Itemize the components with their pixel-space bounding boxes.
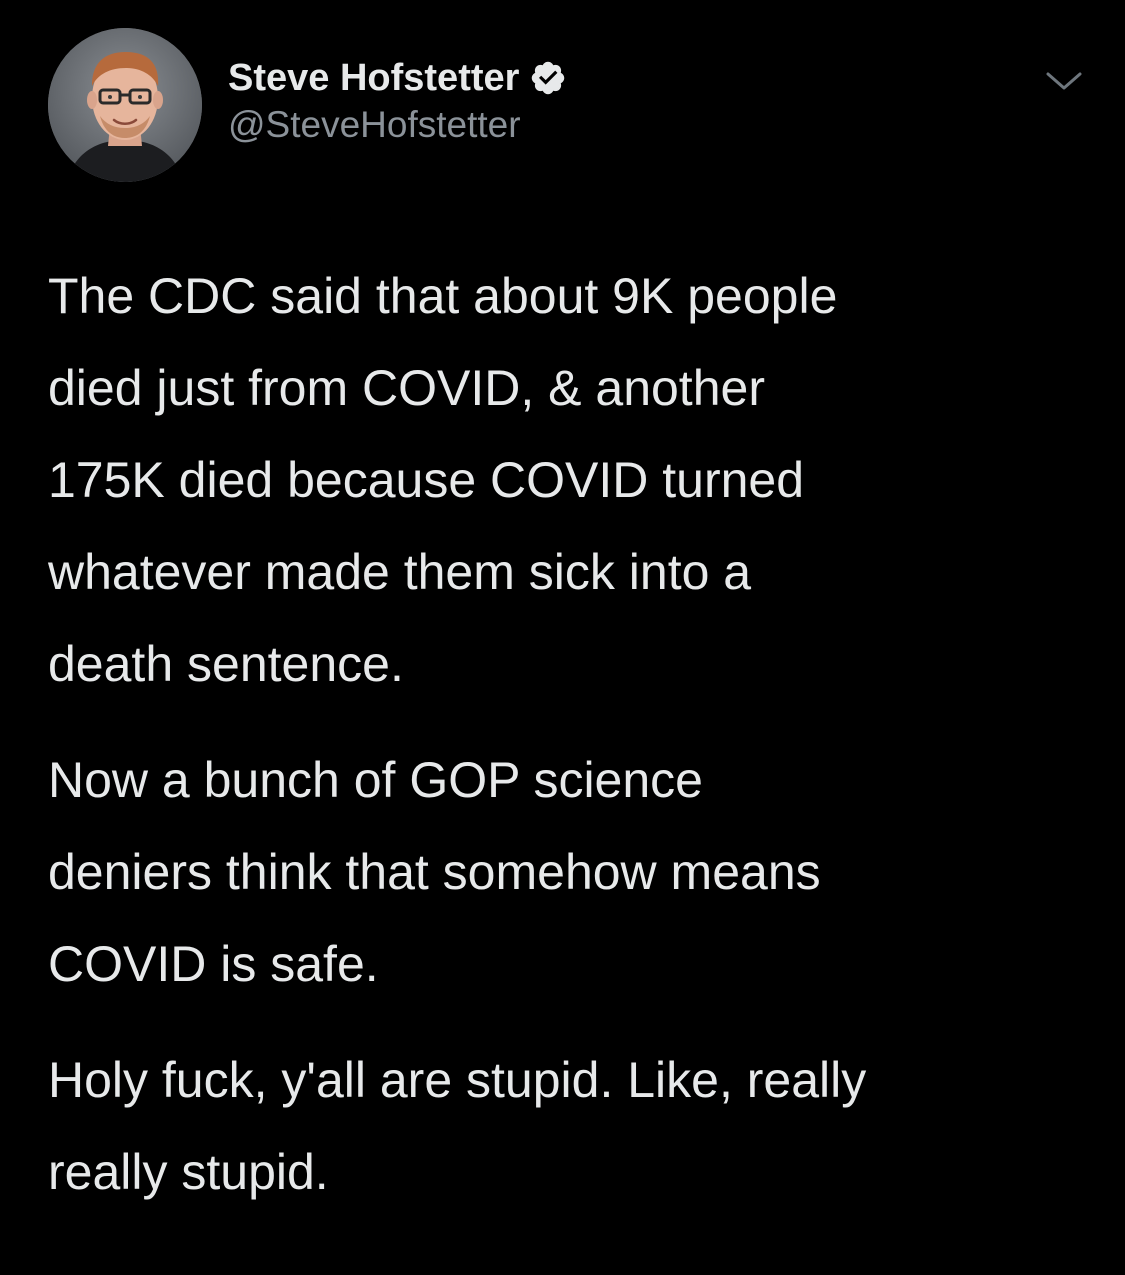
profile-photo [48, 28, 202, 182]
verified-badge-icon [532, 61, 565, 95]
tweet-paragraph: Now a bunch of GOP science deniers think… [48, 752, 821, 992]
tweet-paragraph: Holy fuck, y'all are stupid. Like, reall… [48, 1052, 867, 1200]
tweet-text: The CDC said that about 9K people died j… [48, 250, 1088, 1242]
author-name-row: Steve Hofstetter [228, 54, 567, 102]
tweet-card: Steve Hofstetter @SteveHofstetter The CD… [0, 0, 1125, 1275]
author-handle[interactable]: @SteveHofstetter [228, 104, 567, 146]
tweet-header: Steve Hofstetter @SteveHofstetter [228, 54, 567, 146]
chevron-down-icon[interactable] [1040, 64, 1088, 98]
tweet-paragraph: The CDC said that about 9K people died j… [48, 268, 838, 692]
avatar[interactable] [48, 28, 202, 182]
author-display-name[interactable]: Steve Hofstetter [228, 57, 519, 100]
